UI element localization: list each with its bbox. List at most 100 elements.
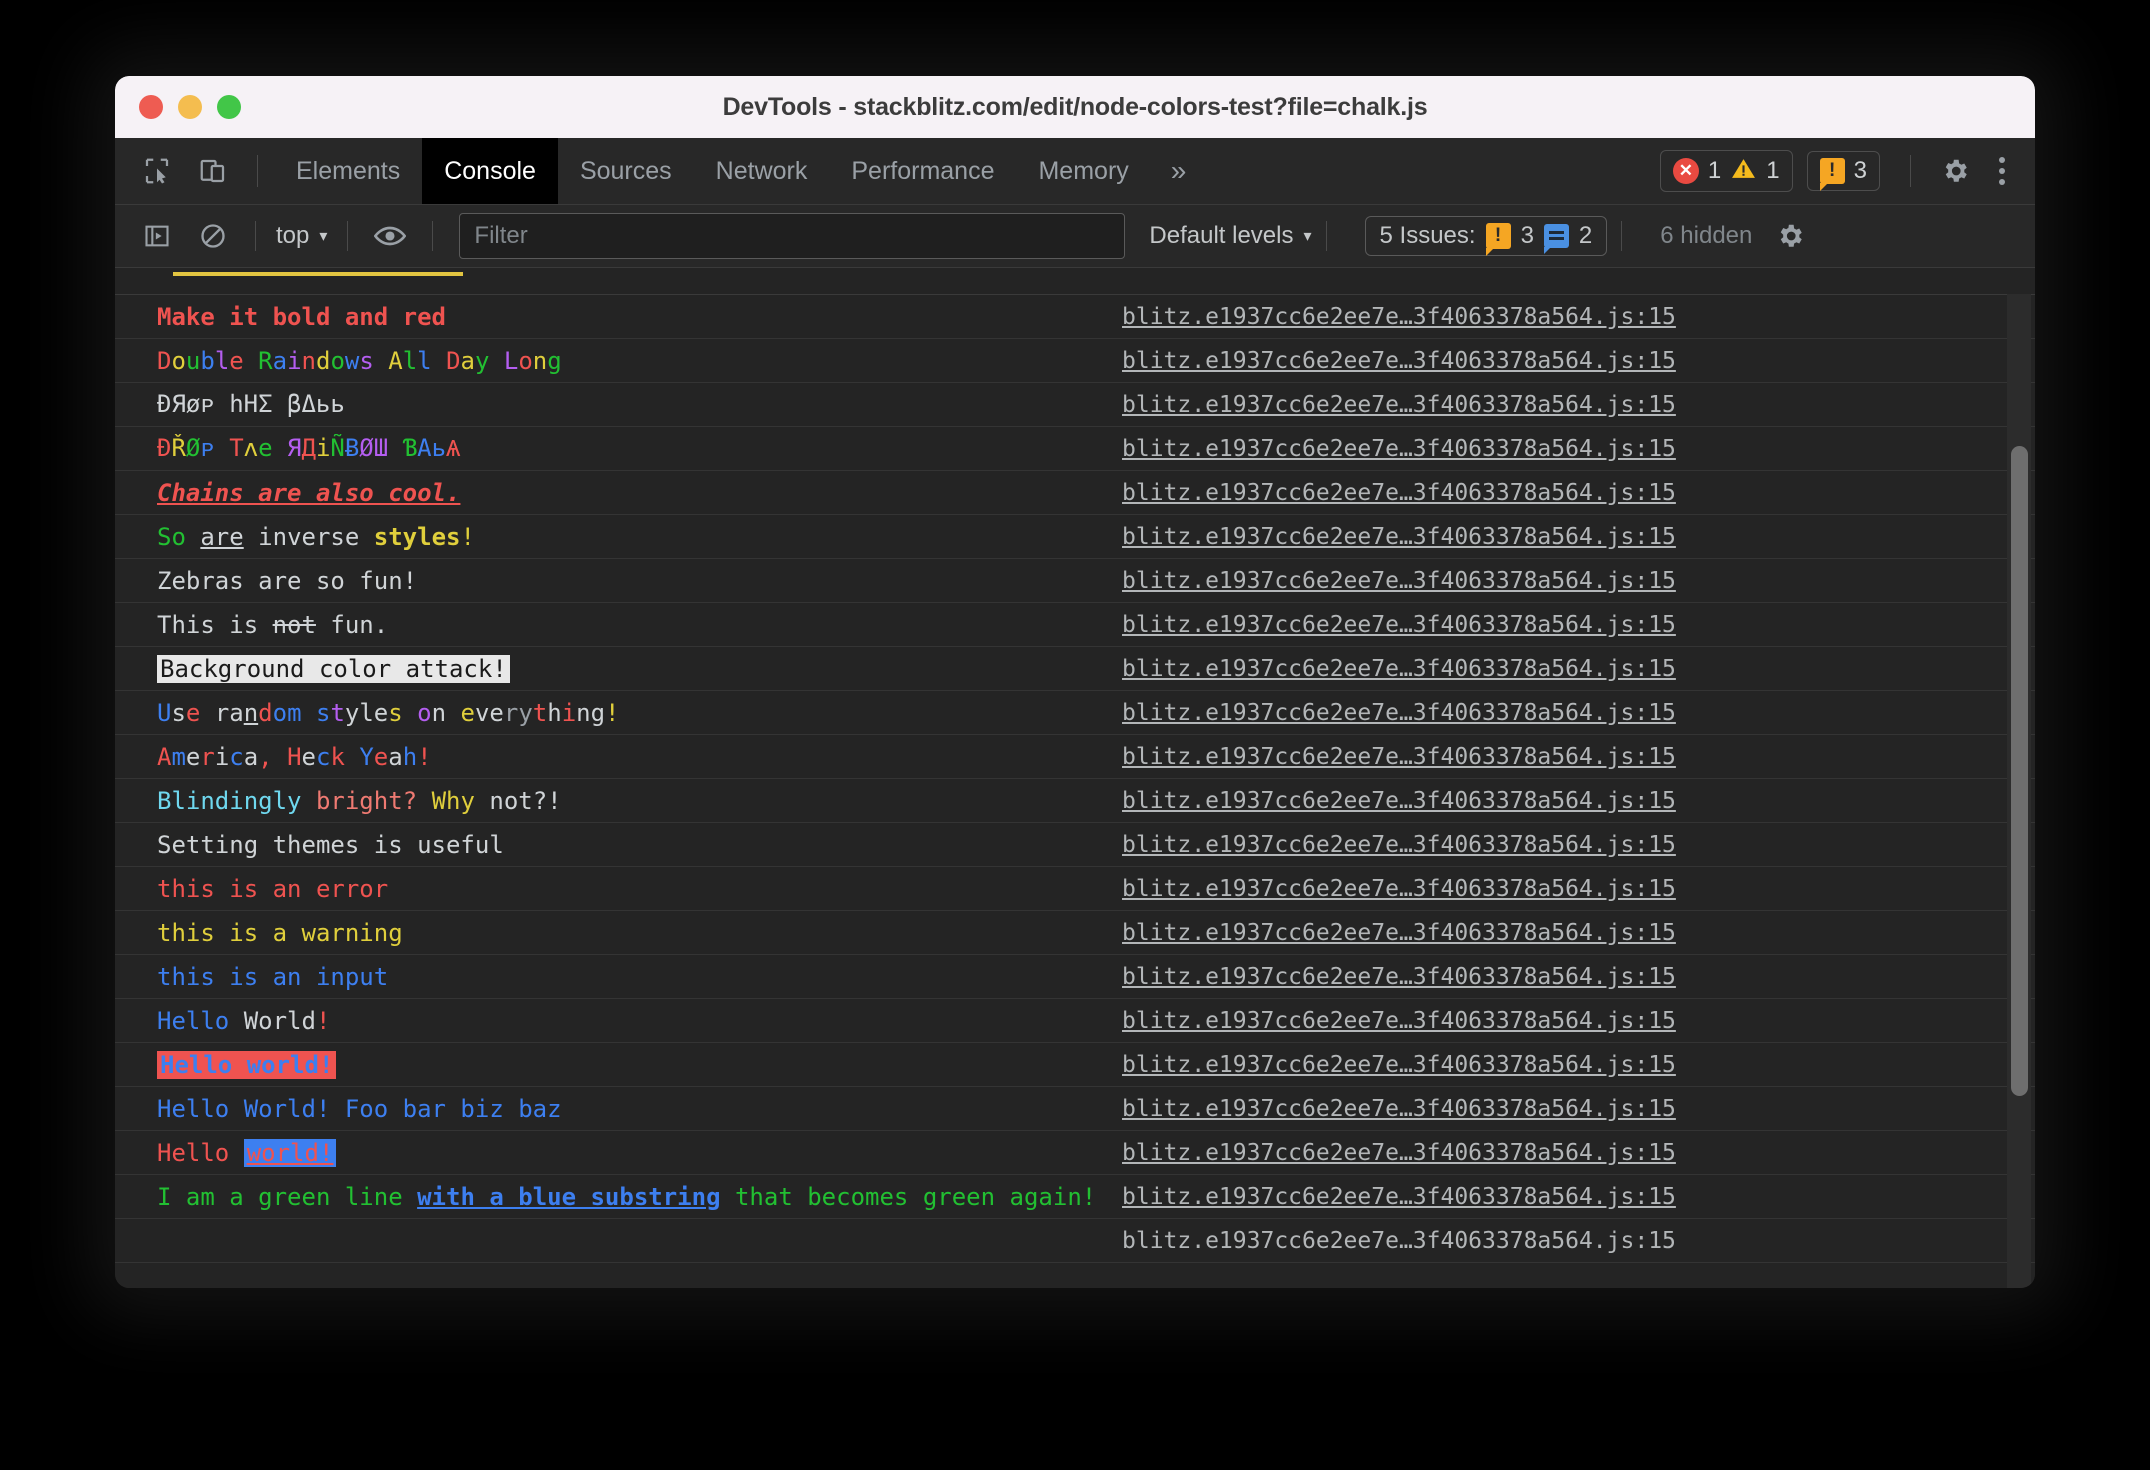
console-message: Hello world! — [157, 1050, 1122, 1079]
tab-sources[interactable]: Sources — [558, 138, 694, 204]
console-scrollbar-thumb[interactable] — [2011, 446, 2028, 1096]
source-link[interactable]: blitz.e1937cc6e2ee7e…3f4063378a564.js:15 — [1122, 656, 1676, 682]
info-icon — [1543, 224, 1569, 254]
source-link[interactable]: blitz.e1937cc6e2ee7e…3f4063378a564.js:15 — [1122, 1052, 1676, 1078]
issues-warning-count: 3 — [1520, 222, 1534, 249]
console-row[interactable]: Zebras are so fun! blitz.e1937cc6e2ee7e…… — [115, 559, 2035, 603]
console-message: Make it bold and red — [157, 302, 446, 331]
console-settings-gear-icon[interactable] — [1766, 212, 1814, 260]
console-row[interactable]: Hello World! Foo bar biz baz blitz.e1937… — [115, 1087, 2035, 1131]
devtools-tab-bar: Elements Console Sources Network Perform… — [115, 138, 2035, 205]
source-link[interactable]: blitz.e1937cc6e2ee7e…3f4063378a564.js:15 — [1122, 480, 1676, 506]
tab-performance[interactable]: Performance — [829, 138, 1016, 204]
console-message-list[interactable]: Make it bold and red blitz.e1937cc6e2ee7… — [115, 268, 2035, 1288]
tab-network[interactable]: Network — [694, 138, 830, 204]
gear-icon[interactable] — [1931, 147, 1979, 195]
console-row[interactable]: America, Heck Yeah! blitz.e1937cc6e2ee7e… — [115, 735, 2035, 779]
console-row[interactable]: Chains are also cool. blitz.e1937cc6e2ee… — [115, 471, 2035, 515]
tab-console[interactable]: Console — [422, 138, 558, 204]
console-row[interactable]: Make it bold and red blitz.e1937cc6e2ee7… — [115, 295, 2035, 339]
console-row[interactable]: So are inverse styles! blitz.e1937cc6e2e… — [115, 515, 2035, 559]
tab-list: Elements Console Sources Network Perform… — [274, 138, 1206, 204]
live-expression-icon[interactable] — [366, 212, 414, 260]
console-row[interactable]: Double Raindows All Day Long blitz.e1937… — [115, 339, 2035, 383]
console-message: ÐŘØᴘ Tʌe ЯДiÑɃØШ ƁΑьѦ — [157, 433, 461, 462]
console-message: Hello World! Foo bar biz baz — [157, 1094, 562, 1123]
console-row[interactable]: this is a warning blitz.e1937cc6e2ee7e…3… — [115, 911, 2035, 955]
console-row[interactable]: This is not fun. blitz.e1937cc6e2ee7e…3f… — [115, 603, 2035, 647]
kebab-menu-icon[interactable] — [1983, 157, 2021, 185]
source-link[interactable]: blitz.e1937cc6e2ee7e…3f4063378a564.js:15 — [1122, 392, 1676, 418]
issues-summary[interactable]: 5 Issues: ! 3 2 — [1364, 216, 1608, 256]
issue-icon: ! — [1485, 223, 1511, 256]
console-message: Zebras are so fun! — [157, 566, 418, 595]
tab-elements[interactable]: Elements — [274, 138, 422, 204]
source-link[interactable]: blitz.e1937cc6e2ee7e…3f4063378a564.js:15 — [1122, 524, 1676, 550]
source-link[interactable]: blitz.e1937cc6e2ee7e…3f4063378a564.js:15 — [1122, 744, 1676, 770]
console-message: Use random styles on everything! — [157, 698, 620, 727]
source-link[interactable]: blitz.e1937cc6e2ee7e…3f4063378a564.js:15 — [1122, 832, 1676, 858]
console-row[interactable]: Hello world! blitz.e1937cc6e2ee7e…3f4063… — [115, 1043, 2035, 1087]
console-message: This is not fun. — [157, 610, 389, 639]
console-message: America, Heck Yeah! — [157, 742, 432, 771]
device-toolbar-icon[interactable] — [189, 147, 237, 195]
console-row[interactable]: Hello world! blitz.e1937cc6e2ee7e…3f4063… — [115, 1131, 2035, 1175]
toolbar-divider-1 — [255, 221, 256, 251]
toolbar-divider-2 — [347, 221, 349, 251]
console-message: this is an input — [157, 962, 389, 991]
filter-input[interactable]: Filter — [459, 213, 1126, 259]
source-link[interactable]: blitz.e1937cc6e2ee7e…3f4063378a564.js:15 — [1122, 612, 1676, 638]
source-link[interactable]: blitz.e1937cc6e2ee7e…3f4063378a564.js:15 — [1122, 964, 1676, 990]
console-message: ÐЯøᴘ һΗΣ βΔьь — [157, 389, 345, 418]
devtools-window: DevTools - stackblitz.com/edit/node-colo… — [115, 76, 2035, 1288]
source-link[interactable]: blitz.e1937cc6e2ee7e…3f4063378a564.js:15 — [1122, 1228, 1676, 1254]
console-message: Blindingly bright? Why not?! — [157, 786, 562, 815]
tab-memory[interactable]: Memory — [1016, 138, 1150, 204]
source-link[interactable]: blitz.e1937cc6e2ee7e…3f4063378a564.js:15 — [1122, 788, 1676, 814]
execution-context-selector[interactable]: top ▾ — [270, 222, 333, 250]
source-link[interactable]: blitz.e1937cc6e2ee7e…3f4063378a564.js:15 — [1122, 1140, 1676, 1166]
execution-context-label: top — [276, 222, 310, 249]
clear-console-icon[interactable] — [189, 212, 237, 260]
console-message: I am a green line with a blue substring … — [157, 1182, 1097, 1211]
console-message: this is an error — [157, 874, 389, 903]
source-link[interactable]: blitz.e1937cc6e2ee7e…3f4063378a564.js:15 — [1122, 1096, 1676, 1122]
console-message: this is a warning — [157, 918, 403, 947]
source-link[interactable]: blitz.e1937cc6e2ee7e…3f4063378a564.js:15 — [1122, 1184, 1676, 1210]
console-row[interactable]: I am a green line with a blue substring … — [115, 1175, 2035, 1219]
window-title: DevTools - stackblitz.com/edit/node-colo… — [722, 92, 1428, 121]
source-link[interactable]: blitz.e1937cc6e2ee7e…3f4063378a564.js:15 — [1122, 436, 1676, 462]
more-tabs-icon[interactable]: » — [1151, 157, 1207, 185]
console-row[interactable]: Setting themes is useful blitz.e1937cc6e… — [115, 823, 2035, 867]
console-row[interactable]: this is an error blitz.e1937cc6e2ee7e…3f… — [115, 867, 2035, 911]
inspect-element-icon[interactable] — [133, 147, 181, 195]
source-link[interactable]: blitz.e1937cc6e2ee7e…3f4063378a564.js:15 — [1122, 876, 1676, 902]
console-row[interactable]: Background color attack! blitz.e1937cc6e… — [115, 647, 2035, 691]
source-link[interactable]: blitz.e1937cc6e2ee7e…3f4063378a564.js:15 — [1122, 1008, 1676, 1034]
show-console-sidebar-icon[interactable] — [133, 212, 181, 260]
console-row[interactable]: Use random styles on everything! blitz.e… — [115, 691, 2035, 735]
source-link[interactable]: blitz.e1937cc6e2ee7e…3f4063378a564.js:15 — [1122, 920, 1676, 946]
console-row[interactable]: blitz.e1937cc6e2ee7e…3f4063378a564.js:15 — [115, 1219, 2035, 1263]
source-link[interactable]: blitz.e1937cc6e2ee7e…3f4063378a564.js:15 — [1122, 304, 1676, 330]
issues-count-box[interactable]: ! 3 — [1806, 151, 1880, 191]
error-count: 1 — [1707, 157, 1722, 184]
warning-count: 1 — [1766, 157, 1780, 184]
desktop-background: DevTools - stackblitz.com/edit/node-colo… — [0, 0, 2150, 1470]
error-warning-counts[interactable]: ✕ 1 1 — [1659, 150, 1793, 192]
console-message: Hello World! — [157, 1006, 331, 1035]
issues-info-count: 2 — [1578, 222, 1593, 249]
console-row[interactable]: ÐЯøᴘ һΗΣ βΔьь blitz.e1937cc6e2ee7e…3f406… — [115, 383, 2035, 427]
chevron-down-icon: ▾ — [319, 228, 328, 245]
console-message: Setting themes is useful — [157, 830, 504, 859]
console-row[interactable]: Hello World! blitz.e1937cc6e2ee7e…3f4063… — [115, 999, 2035, 1043]
tabbar-status-area: ✕ 1 1 ! 3 — [1659, 147, 2035, 195]
console-row[interactable]: this is an input blitz.e1937cc6e2ee7e…3f… — [115, 955, 2035, 999]
source-link[interactable]: blitz.e1937cc6e2ee7e…3f4063378a564.js:15 — [1122, 700, 1676, 726]
console-row[interactable]: ÐŘØᴘ Tʌe ЯДiÑɃØШ ƁΑьѦ blitz.e1937cc6e2ee… — [115, 427, 2035, 471]
source-link[interactable]: blitz.e1937cc6e2ee7e…3f4063378a564.js:15 — [1122, 568, 1676, 594]
console-row[interactable]: Blindingly bright? Why not?! blitz.e1937… — [115, 779, 2035, 823]
log-levels-selector[interactable]: Default levels ▾ — [1149, 222, 1311, 250]
tabbar-right-divider — [1910, 155, 1911, 187]
source-link[interactable]: blitz.e1937cc6e2ee7e…3f4063378a564.js:15 — [1122, 348, 1676, 374]
